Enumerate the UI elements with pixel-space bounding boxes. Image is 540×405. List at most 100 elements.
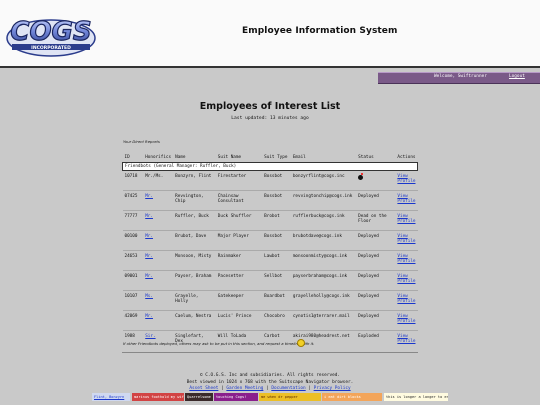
col-email: Email — [292, 155, 306, 160]
id-cell: 10718 — [122, 170, 144, 191]
honorific-link[interactable]: Mr. — [145, 234, 153, 239]
table-row: 09001 Mr. Payser, Braham Pacesetter Sellbot p… — [122, 270, 418, 291]
view-profile-link[interactable]: View Profile — [397, 174, 415, 184]
direct-reports-label: Your Direct Reports — [123, 139, 160, 144]
name-cell: Brubot, Dave — [173, 230, 216, 251]
footer-link-asset-sheet[interactable]: Asset Sheet — [189, 386, 218, 391]
email-cell: rufflerbuck@cogs.ink — [290, 210, 357, 231]
actions-cell: View Profile — [395, 290, 418, 311]
actions-cell: View Profile — [395, 210, 418, 231]
badge-3[interactable]: touching Cogs! — [214, 393, 258, 401]
suit-name-cell: Major Player — [215, 230, 263, 251]
id-cell: 00100 — [122, 230, 144, 251]
table-row: 10718 Mr./Ms. Bonzyrn, Flint Firestarter Bos… — [122, 170, 418, 191]
last-updated: Last updated: 13 minutes ago — [231, 116, 309, 121]
employee-table: ID Honorifics Name Suit Name Suit Type E… — [122, 146, 418, 351]
footer-link-documentation[interactable]: Documentation — [271, 386, 305, 391]
badge-4[interactable]: me when dr pepper — [259, 393, 321, 401]
status-cell: Deployed — [356, 310, 396, 331]
id-cell: 09001 — [122, 270, 144, 291]
cogs-logo[interactable]: COGS INCORPORATED — [4, 8, 98, 60]
page-title: Employees of Interest List — [199, 101, 341, 112]
honorific-link[interactable]: Mr. — [145, 194, 153, 199]
table-row: 10107 Ms. Grayelle, Holly Gatekeeper Boardbo… — [122, 290, 418, 311]
actions-cell: View Profile — [395, 230, 418, 251]
col-actions: Actions — [397, 155, 416, 160]
email-cell: payserbraham@cogs.ink — [290, 270, 357, 291]
site-footer: © C.O.G.S. Inc and subsidiaries. All rig… — [0, 373, 540, 393]
honorific-cell: Mr. — [143, 230, 174, 251]
status-cell: Deployed — [356, 270, 396, 291]
view-profile-link[interactable]: View Profile — [397, 334, 415, 344]
honorific-link[interactable]: Ms. — [145, 294, 153, 299]
svg-text:INCORPORATED: INCORPORATED — [31, 45, 71, 51]
col-honorifics: Honorifics — [145, 155, 172, 160]
badge-0[interactable]: Flint, Bonzyrn — [92, 393, 130, 401]
view-profile-link[interactable]: View Profile — [397, 234, 415, 244]
name-cell: Monsoon, Misty — [173, 250, 216, 271]
badge-2[interactable]: Quarrelsome — [185, 393, 213, 401]
name-cell: Caelum, Nestra — [173, 310, 216, 331]
honorific-link[interactable]: Sir. — [145, 334, 155, 339]
suit-type-cell: Chocobro — [262, 310, 291, 331]
email-cell: cynotis1@terrarer.mail — [290, 310, 357, 331]
honorific-cell: Mr. — [143, 270, 174, 291]
suit-type-cell: Bossbot — [262, 170, 291, 191]
status-cell: Deployed — [356, 190, 396, 211]
badge-1[interactable]: marinus foothold my wife — [132, 393, 184, 401]
honorific-cell: Mr./Ms. — [143, 170, 174, 191]
actions-cell: View Profile — [395, 190, 418, 211]
suit-type-cell: Boardbot — [262, 290, 291, 311]
welcome-text: Welcome, Swiftrunner — [434, 74, 487, 79]
view-profile-link[interactable]: View Profile — [397, 194, 415, 204]
name-cell: Bonzyrn, Flint — [173, 170, 216, 191]
suit-type-cell: Bossbot — [262, 230, 291, 251]
suit-type-cell: Bossbot — [262, 190, 291, 211]
name-cell: Ruffler, Buck — [173, 210, 216, 231]
honorific-link[interactable]: Mr. — [145, 314, 153, 319]
suit-type-cell: Sellbot — [262, 270, 291, 291]
honorific-link[interactable]: Mr. — [145, 254, 153, 259]
status-cell — [356, 170, 396, 191]
id-cell: 07425 — [122, 190, 144, 211]
badge-6[interactable]: this is longer a longer to enjoy — [384, 393, 448, 401]
suit-name-cell: Pacesetter — [215, 270, 263, 291]
view-profile-link[interactable]: View Profile — [397, 214, 415, 224]
group-row: Friendbots (General Manager: Ruffler, Bu… — [122, 162, 418, 171]
col-status: Status — [358, 155, 374, 160]
footer-link-garden-meeting[interactable]: Garden Meeting — [226, 386, 263, 391]
col-name: Name — [175, 155, 186, 160]
email-cell: monsoonmisty@cogs.ink — [290, 250, 357, 271]
logout-link[interactable]: Logout — [509, 74, 525, 79]
site-title: Employee Information System — [242, 26, 398, 36]
footer-links: Asset Sheet | Garden Meeting | Documenta… — [189, 386, 351, 391]
bomb-icon — [358, 173, 364, 180]
group-label: Friendbots (General Manager: Ruffler, Bu… — [122, 162, 418, 171]
divider — [122, 352, 418, 353]
honorific-cell: Mr. — [143, 250, 174, 271]
status-cell: Deployed — [356, 290, 396, 311]
honorific-cell: Mr. — [143, 210, 174, 231]
actions-cell: View Profile — [395, 330, 418, 351]
footer-note: If other Friendbots deployed, others may… — [123, 341, 315, 346]
id-cell: 10107 — [122, 290, 144, 311]
user-bar: Welcome, Swiftrunner Logout — [378, 72, 540, 84]
name-cell: Grayelle, Holly — [173, 290, 216, 311]
honorific-link[interactable]: Mr. — [145, 274, 153, 279]
view-profile-link[interactable]: View Profile — [397, 274, 415, 284]
suit-type-cell: Lawbot — [262, 250, 291, 271]
honorific-cell: Ms. — [143, 290, 174, 311]
view-profile-link[interactable]: View Profile — [397, 314, 415, 324]
suit-name-cell: Rainmaker — [215, 250, 263, 271]
view-profile-link[interactable]: View Profile — [397, 294, 415, 304]
view-profile-link[interactable]: View Profile — [397, 254, 415, 264]
suit-name-cell: Firestarter — [215, 170, 263, 191]
suit-name-cell: Lucis' Prince — [215, 310, 263, 331]
actions-cell: View Profile — [395, 270, 418, 291]
actions-cell: View Profile — [395, 170, 418, 191]
footer-link-privacy-policy[interactable]: Privacy Policy — [314, 386, 351, 391]
id-cell: 42069 — [122, 310, 144, 331]
honorific-link[interactable]: Mr. — [145, 214, 153, 219]
id-cell: 77777 — [122, 210, 144, 231]
badge-5[interactable]: i eat dirt blocks — [322, 393, 382, 401]
